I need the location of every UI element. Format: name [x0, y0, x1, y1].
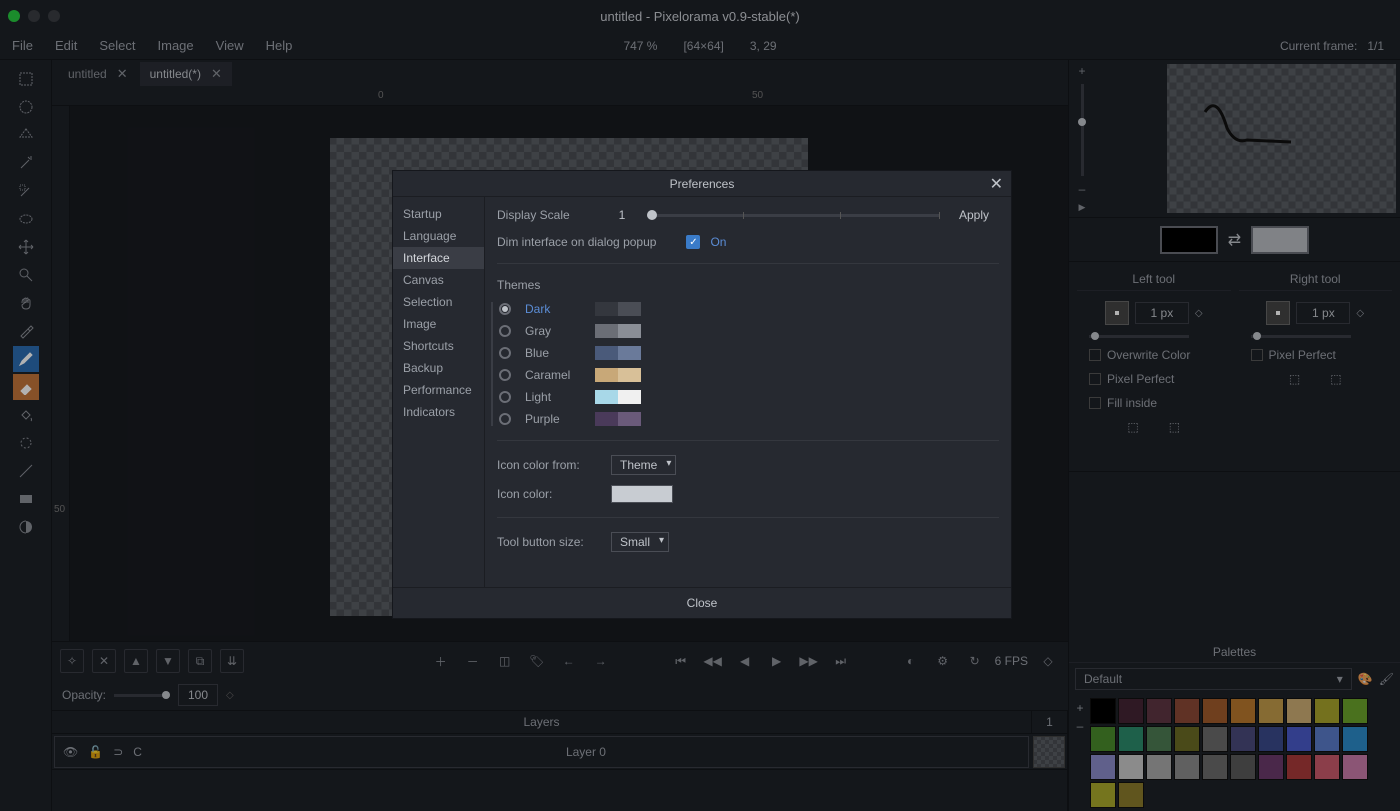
themes-header: Themes [497, 278, 999, 292]
display-scale-label: Display Scale [497, 208, 597, 222]
apply-button[interactable]: Apply [949, 205, 999, 225]
icon-color-from-label: Icon color from: [497, 458, 601, 472]
dialog-close-button[interactable]: ✕ [990, 174, 1003, 194]
theme-option-gray[interactable]: Gray [497, 324, 999, 338]
tool-button-size-label: Tool button size: [497, 535, 601, 549]
theme-option-purple[interactable]: Purple [497, 412, 999, 426]
display-scale-slider[interactable] [647, 214, 939, 217]
prefs-section-canvas[interactable]: Canvas [393, 269, 484, 291]
icon-color-label: Icon color: [497, 487, 601, 501]
display-scale-value: 1 [607, 208, 637, 222]
theme-option-caramel[interactable]: Caramel [497, 368, 999, 382]
icon-color-from-dropdown[interactable]: Theme [611, 455, 676, 475]
prefs-section-backup[interactable]: Backup [393, 357, 484, 379]
theme-option-light[interactable]: Light [497, 390, 999, 404]
prefs-section-performance[interactable]: Performance [393, 379, 484, 401]
prefs-section-image[interactable]: Image [393, 313, 484, 335]
icon-color-well[interactable] [611, 485, 673, 503]
dim-interface-state: On [710, 235, 726, 249]
dim-interface-checkbox[interactable]: ✓ [686, 235, 700, 249]
prefs-section-selection[interactable]: Selection [393, 291, 484, 313]
prefs-section-startup[interactable]: Startup [393, 203, 484, 225]
prefs-section-interface[interactable]: Interface [393, 247, 484, 269]
preferences-dialog: Preferences ✕ StartupLanguageInterfaceCa… [392, 170, 1012, 619]
close-button[interactable]: Close [677, 593, 728, 613]
dialog-title: Preferences [670, 177, 735, 191]
prefs-section-language[interactable]: Language [393, 225, 484, 247]
prefs-section-shortcuts[interactable]: Shortcuts [393, 335, 484, 357]
theme-option-blue[interactable]: Blue [497, 346, 999, 360]
dim-interface-label: Dim interface on dialog popup [497, 235, 656, 249]
preferences-sidebar: StartupLanguageInterfaceCanvasSelectionI… [393, 197, 485, 587]
prefs-section-indicators[interactable]: Indicators [393, 401, 484, 423]
tool-button-size-dropdown[interactable]: Small [611, 532, 669, 552]
theme-option-dark[interactable]: Dark [497, 302, 999, 316]
